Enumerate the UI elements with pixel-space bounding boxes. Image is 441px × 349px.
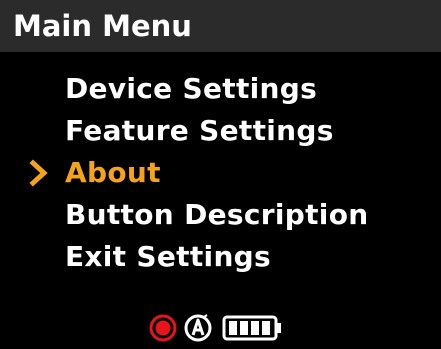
- page-title: Main Menu: [13, 9, 192, 43]
- menu-item-exit-settings[interactable]: Exit Settings: [0, 236, 441, 278]
- menu-item-label: Exit Settings: [65, 240, 271, 273]
- status-bar: [0, 310, 441, 346]
- menu-item-device-settings[interactable]: Device Settings: [0, 68, 441, 110]
- menu-item-about[interactable]: About: [0, 152, 441, 194]
- chevron-right-icon: [29, 159, 48, 187]
- record-icon: [149, 314, 177, 342]
- menu-item-button-description[interactable]: Button Description: [0, 194, 441, 236]
- battery-cells: [229, 321, 270, 335]
- battery-icon: [222, 315, 281, 341]
- menu-item-label: Feature Settings: [65, 114, 334, 147]
- camera-settings-screen: Main Menu Device Settings Feature Settin…: [0, 0, 441, 349]
- menu-item-label: Button Description: [65, 198, 369, 231]
- menu-item-feature-settings[interactable]: Feature Settings: [0, 110, 441, 152]
- menu-item-label: Device Settings: [65, 72, 318, 105]
- main-menu-list: Device Settings Feature Settings About B…: [0, 68, 441, 278]
- menu-header: Main Menu: [0, 0, 441, 52]
- menu-item-label: About: [65, 156, 161, 189]
- auto-mode-icon: [184, 314, 212, 342]
